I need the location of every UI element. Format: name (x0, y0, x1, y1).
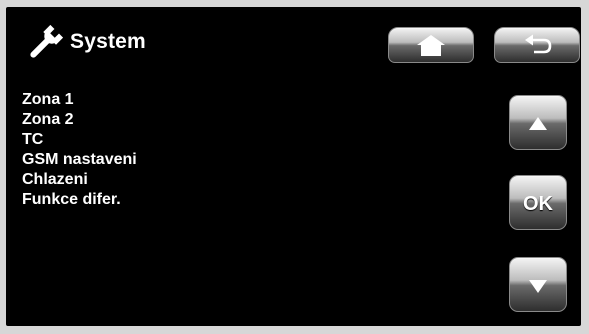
ok-button[interactable]: OK (509, 175, 567, 230)
home-button[interactable] (388, 27, 474, 63)
back-button[interactable] (494, 27, 580, 63)
menu-list: Zona 1 Zona 2 TC GSM nastaveni Chlazeni … (22, 90, 137, 210)
menu-item-chlazeni[interactable]: Chlazeni (22, 170, 137, 190)
back-arrow-icon (525, 34, 552, 54)
home-icon (417, 35, 445, 56)
menu-item-zona-2[interactable]: Zona 2 (22, 110, 137, 130)
scroll-up-button[interactable] (509, 95, 567, 150)
menu-item-funkce-difer[interactable]: Funkce difer. (22, 190, 137, 210)
arrow-up-icon (529, 116, 547, 130)
device-screen: System Zona 1 Zona 2 TC GSM nastaveni Ch… (6, 7, 581, 326)
arrow-down-icon (529, 279, 547, 293)
menu-item-zona-1[interactable]: Zona 1 (22, 90, 137, 110)
ok-label: OK (523, 193, 553, 215)
scroll-down-button[interactable] (509, 257, 567, 312)
wrench-icon (30, 24, 64, 58)
menu-item-tc[interactable]: TC (22, 130, 137, 150)
menu-item-gsm-nastaveni[interactable]: GSM nastaveni (22, 150, 137, 170)
page-title: System (70, 30, 146, 53)
